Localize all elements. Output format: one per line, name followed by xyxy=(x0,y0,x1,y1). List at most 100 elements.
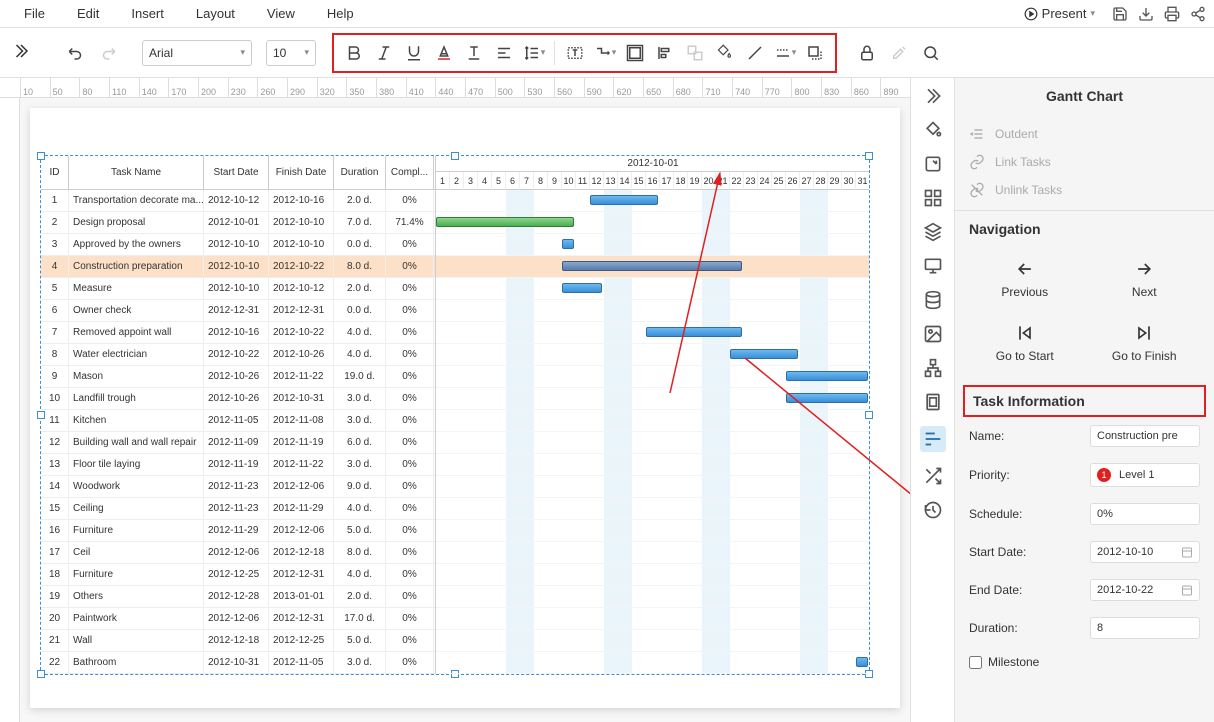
resize-handle-sw[interactable] xyxy=(37,670,45,678)
task-row[interactable]: 15Ceiling2012-11-232012-11-294.0 d.0% xyxy=(41,498,435,520)
export-icon[interactable] xyxy=(1138,6,1154,22)
grid-tool-icon[interactable] xyxy=(923,188,943,208)
task-row[interactable]: 12Building wall and wall repair2012-11-0… xyxy=(41,432,435,454)
history-tool-icon[interactable] xyxy=(923,500,943,520)
gantt-bar[interactable] xyxy=(562,261,742,271)
shuffle-tool-icon[interactable] xyxy=(923,466,943,486)
gantt-chart-selection[interactable]: ID Task Name Start Date Finish Date Dura… xyxy=(40,155,870,675)
tools-button[interactable] xyxy=(885,39,913,67)
menu-edit[interactable]: Edit xyxy=(61,2,115,25)
undo-button[interactable] xyxy=(62,39,90,67)
nav-goto-finish[interactable]: Go to Finish xyxy=(1089,315,1201,371)
gantt-bar[interactable] xyxy=(730,349,798,359)
lock-button[interactable] xyxy=(853,39,881,67)
task-row[interactable]: 8Water electrician2012-10-222012-10-264.… xyxy=(41,344,435,366)
task-row[interactable]: 6Owner check2012-12-312012-12-310.0 d.0% xyxy=(41,300,435,322)
resize-handle-w[interactable] xyxy=(37,411,45,419)
font-family-select[interactable]: Arial▾ xyxy=(142,40,252,66)
menu-view[interactable]: View xyxy=(251,2,311,25)
font-size-select[interactable]: 10▾ xyxy=(266,40,316,66)
page-tool-icon[interactable] xyxy=(923,392,943,412)
start-date-field[interactable]: 2012-10-10 xyxy=(1090,541,1200,563)
schedule-field[interactable]: 0% xyxy=(1090,503,1200,525)
redo-button[interactable] xyxy=(94,39,122,67)
task-row[interactable]: 10Landfill trough2012-10-262012-10-313.0… xyxy=(41,388,435,410)
task-row[interactable]: 1Transportation decorate ma...2012-10-12… xyxy=(41,190,435,212)
save-icon[interactable] xyxy=(1112,6,1128,22)
text-highlight-button[interactable] xyxy=(460,39,488,67)
gantt-bar[interactable] xyxy=(786,393,868,403)
menu-file[interactable]: File xyxy=(8,2,61,25)
line-style-button[interactable]: ▾ xyxy=(771,39,799,67)
task-row[interactable]: 2Design proposal2012-10-012012-10-107.0 … xyxy=(41,212,435,234)
timeline: 2012-10-01 12345678910111213141516171819… xyxy=(436,156,869,674)
task-row[interactable]: 5Measure2012-10-102012-10-122.0 d.0% xyxy=(41,278,435,300)
text-box-button[interactable] xyxy=(561,39,589,67)
gantt-bar[interactable] xyxy=(786,371,868,381)
image-tool-icon[interactable] xyxy=(923,324,943,344)
task-row[interactable]: 14Woodwork2012-11-232012-12-069.0 d.0% xyxy=(41,476,435,498)
task-row[interactable]: 18Furniture2012-12-252012-12-314.0 d.0% xyxy=(41,564,435,586)
canvas-area[interactable]: 1050801101401702002302602903203503804104… xyxy=(0,78,910,722)
gantt-bar[interactable] xyxy=(562,283,602,293)
nav-next[interactable]: Next xyxy=(1089,251,1201,307)
task-row[interactable]: 22Bathroom2012-10-312012-11-053.0 d.0% xyxy=(41,652,435,674)
duration-field[interactable]: 8 xyxy=(1090,617,1200,639)
collapse-panel-button[interactable] xyxy=(923,86,943,106)
underline-button[interactable] xyxy=(400,39,428,67)
nav-previous[interactable]: Previous xyxy=(969,251,1081,307)
milestone-checkbox[interactable] xyxy=(969,656,982,669)
task-row[interactable]: 21Wall2012-12-182012-12-255.0 d.0% xyxy=(41,630,435,652)
unlink-tasks-action[interactable]: Unlink Tasks xyxy=(969,176,1200,204)
connector-button[interactable]: ▾ xyxy=(591,39,619,67)
gantt-bar[interactable] xyxy=(646,327,742,337)
nav-goto-start[interactable]: Go to Start xyxy=(969,315,1081,371)
database-tool-icon[interactable] xyxy=(923,290,943,310)
align-objects-button[interactable] xyxy=(651,39,679,67)
align-left-button[interactable] xyxy=(490,39,518,67)
image-frame-button[interactable] xyxy=(621,39,649,67)
task-name-field[interactable]: Construction pre xyxy=(1090,425,1200,447)
task-row[interactable]: 19Others2012-12-282013-01-012.0 d.0% xyxy=(41,586,435,608)
line-spacing-button[interactable]: ▾ xyxy=(520,39,548,67)
search-button[interactable] xyxy=(917,39,945,67)
bold-button[interactable] xyxy=(340,39,368,67)
gantt-bar[interactable] xyxy=(590,195,658,205)
group-button[interactable] xyxy=(681,39,709,67)
expand-toolbar-button[interactable] xyxy=(8,38,34,67)
gantt-bar[interactable] xyxy=(562,239,574,249)
gantt-bar[interactable] xyxy=(436,217,574,227)
print-icon[interactable] xyxy=(1164,6,1180,22)
outdent-action[interactable]: Outdent xyxy=(969,120,1200,148)
fill-tool-icon[interactable] xyxy=(923,120,943,140)
menu-insert[interactable]: Insert xyxy=(115,2,180,25)
task-row[interactable]: 11Kitchen2012-11-052012-11-083.0 d.0% xyxy=(41,410,435,432)
end-date-field[interactable]: 2012-10-22 xyxy=(1090,579,1200,601)
present-button[interactable]: Present ▾ xyxy=(1017,3,1102,24)
menu-help[interactable]: Help xyxy=(311,2,370,25)
task-row[interactable]: 7Removed appoint wall2012-10-162012-10-2… xyxy=(41,322,435,344)
presentation-tool-icon[interactable] xyxy=(923,256,943,276)
task-row[interactable]: 9Mason2012-10-262012-11-2219.0 d.0% xyxy=(41,366,435,388)
menu-layout[interactable]: Layout xyxy=(180,2,251,25)
gantt-bar[interactable] xyxy=(856,657,868,667)
task-row[interactable]: 4Construction preparation2012-10-102012-… xyxy=(41,256,435,278)
task-row[interactable]: 13Floor tile laying2012-11-192012-11-223… xyxy=(41,454,435,476)
fill-button[interactable] xyxy=(711,39,739,67)
task-row[interactable]: 17Ceil2012-12-062012-12-188.0 d.0% xyxy=(41,542,435,564)
gantt-tool-icon[interactable] xyxy=(920,426,946,452)
font-color-button[interactable] xyxy=(430,39,458,67)
task-row[interactable]: 3Approved by the owners2012-10-102012-10… xyxy=(41,234,435,256)
priority-field[interactable]: 1Level 1 xyxy=(1090,463,1200,487)
share-icon[interactable] xyxy=(1190,6,1206,22)
shadow-button[interactable] xyxy=(801,39,829,67)
link-tasks-action[interactable]: Link Tasks xyxy=(969,148,1200,176)
layers-tool-icon[interactable] xyxy=(923,222,943,242)
italic-button[interactable] xyxy=(370,39,398,67)
stroke-button[interactable] xyxy=(741,39,769,67)
task-row[interactable]: 20Paintwork2012-12-062012-12-3117.0 d.0% xyxy=(41,608,435,630)
resize-handle-nw[interactable] xyxy=(37,152,45,160)
hierarchy-tool-icon[interactable] xyxy=(923,358,943,378)
export-tool-icon[interactable] xyxy=(923,154,943,174)
task-row[interactable]: 16Furniture2012-11-292012-12-065.0 d.0% xyxy=(41,520,435,542)
